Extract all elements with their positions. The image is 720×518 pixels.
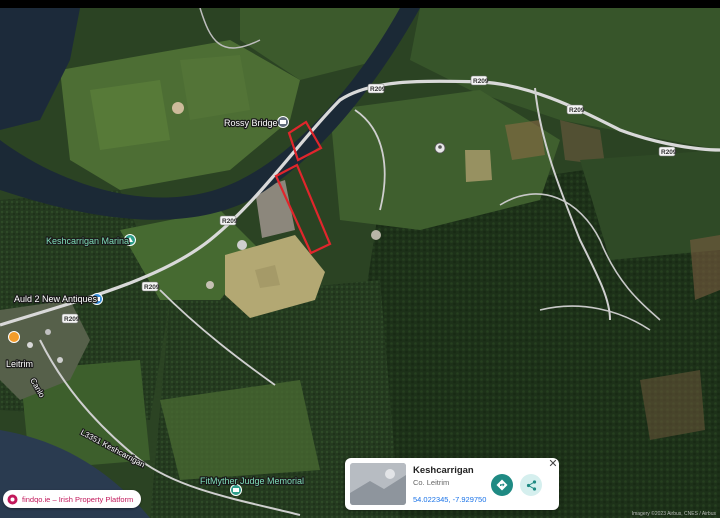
field-lightpatch [465, 150, 492, 182]
marina-label[interactable]: Keshcarrigan Marina [45, 235, 130, 247]
svg-text:R209: R209 [569, 107, 585, 114]
road-shield-4: R209 [658, 146, 677, 157]
field-north-2 [90, 80, 170, 150]
leitrim-marker[interactable] [8, 331, 20, 343]
directions-button[interactable] [491, 474, 513, 496]
satellite-map[interactable]: R209 R209 R209 R209 R209 R209 R209 Rossy… [0, 0, 720, 518]
house-3 [371, 230, 381, 240]
field-clearing-1 [505, 120, 545, 160]
svg-text:R209: R209 [370, 86, 386, 93]
road-shield-6: R209 [141, 281, 160, 292]
antiques-label[interactable]: Auld 2 New Antiques [13, 293, 99, 305]
house-1 [237, 240, 247, 250]
brand-badge[interactable]: findqo.ie – Irish Property Platform [3, 490, 142, 508]
share-button[interactable] [520, 474, 542, 496]
top-black-bar [0, 0, 720, 8]
thumbnail-image [350, 463, 406, 505]
svg-text:R209: R209 [661, 149, 677, 156]
brand-text: findqo.ie – Irish Property Platform [22, 494, 134, 504]
brand-logo-icon [7, 494, 18, 504]
road-shield-7: R209 [61, 313, 80, 324]
svg-text:R209: R209 [473, 78, 489, 85]
road-shield-5: R209 [219, 215, 238, 226]
location-info-card[interactable]: Keshcarrigan Co. Leitrim 54.022345, -7.9… [345, 458, 559, 510]
village-roof-1 [27, 342, 33, 348]
location-pin-marker[interactable] [434, 142, 446, 154]
svg-text:R209: R209 [222, 218, 238, 225]
road-shield-1: R209 [367, 83, 386, 94]
field-north-3 [180, 55, 250, 120]
clearing-far-east [690, 235, 720, 300]
svg-text:R209: R209 [64, 316, 80, 323]
road-shield-3: R209 [566, 104, 585, 115]
card-title: Keshcarrigan [413, 465, 474, 476]
svg-text:R209: R209 [144, 284, 160, 291]
directions-icon [496, 479, 508, 491]
village-roof-2 [45, 329, 51, 335]
card-subtitle: Co. Leitrim [413, 478, 450, 487]
rossy-bridge-marker[interactable] [277, 116, 289, 128]
memorial-label[interactable]: FitMyther Judge Memorial [199, 475, 305, 487]
location-thumbnail[interactable] [350, 463, 406, 505]
leitrim-label[interactable]: Leitrim [5, 358, 34, 370]
share-icon [526, 479, 536, 491]
map-attribution: Imagery ©2023 Airbus, CNES / Airbus [631, 511, 716, 517]
card-coordinates[interactable]: 54.022345, -7.929750 [413, 495, 486, 504]
memorial-marker[interactable] [230, 484, 242, 496]
map-viewport[interactable]: R209 R209 R209 R209 R209 R209 R209 Rossy… [0, 0, 720, 518]
close-card-button[interactable]: ✕ [547, 458, 559, 470]
rossy-bridge-label[interactable]: Rossy Bridge [223, 117, 279, 129]
house-2 [172, 102, 184, 114]
road-shield-2: R209 [470, 75, 489, 86]
clearing-se [640, 370, 705, 440]
house-4 [206, 281, 214, 289]
village-roof-3 [57, 357, 63, 363]
